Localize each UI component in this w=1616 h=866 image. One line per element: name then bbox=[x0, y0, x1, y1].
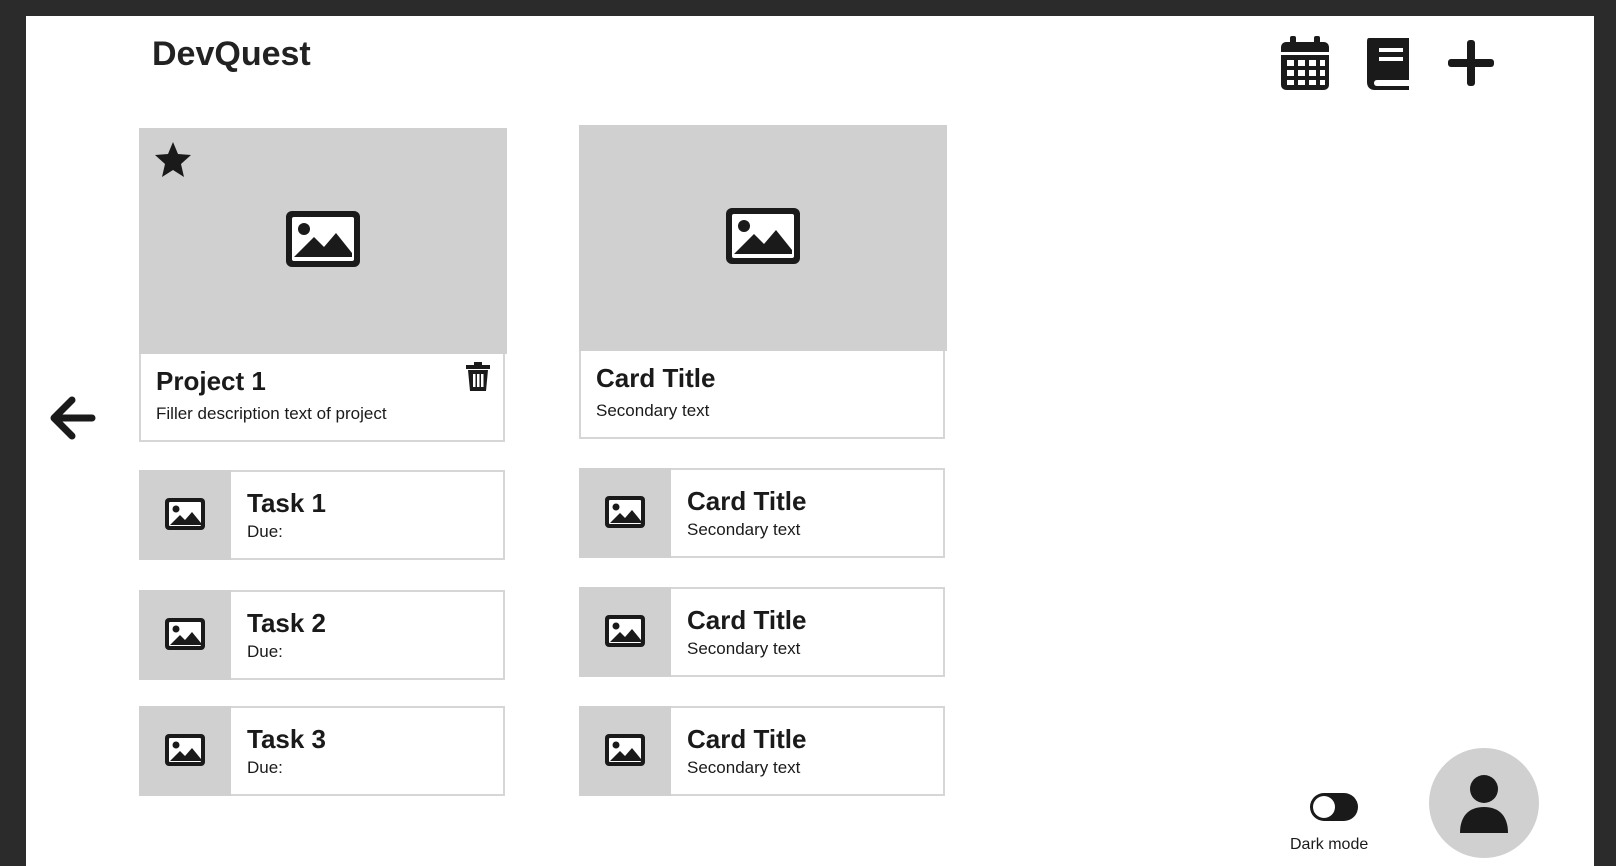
task-due: Due: bbox=[247, 642, 283, 661]
image-icon bbox=[286, 211, 360, 267]
project-card[interactable]: Project 1 Filler description text of pro… bbox=[139, 128, 507, 442]
task-thumbnail bbox=[139, 706, 231, 796]
card-thumbnail bbox=[579, 587, 671, 677]
project-image bbox=[139, 128, 507, 354]
project-title: Project 1 bbox=[156, 366, 266, 396]
card-secondary-text: Secondary text bbox=[687, 639, 801, 658]
calendar-icon[interactable] bbox=[1278, 34, 1332, 92]
trash-icon[interactable] bbox=[465, 362, 491, 392]
task-card[interactable]: Task 1 Due: bbox=[139, 470, 505, 560]
card-thumbnail bbox=[579, 706, 671, 796]
user-icon bbox=[1460, 775, 1508, 833]
task-title: Task 1 bbox=[247, 488, 327, 518]
image-icon bbox=[165, 498, 205, 530]
image-icon bbox=[605, 615, 645, 647]
card-thumbnail bbox=[579, 468, 671, 558]
dark-mode-label: Dark mode bbox=[1290, 836, 1369, 853]
image-icon bbox=[165, 618, 205, 650]
book-icon[interactable] bbox=[1361, 34, 1415, 92]
image-icon bbox=[605, 734, 645, 766]
app-title: DevQuest bbox=[152, 35, 311, 73]
project-description: Filler description text of project bbox=[156, 404, 387, 423]
task-title: Task 3 bbox=[247, 724, 327, 754]
avatar[interactable] bbox=[1429, 748, 1539, 858]
list-card[interactable]: Card Title Secondary text bbox=[579, 587, 945, 677]
task-card[interactable]: Task 2 Due: bbox=[139, 590, 505, 680]
list-card[interactable]: Card Title Secondary text bbox=[579, 468, 945, 558]
card-title: Card Title bbox=[687, 724, 807, 754]
card-secondary-text: Secondary text bbox=[596, 401, 710, 420]
image-icon bbox=[165, 734, 205, 766]
dark-mode-toggle[interactable] bbox=[1309, 792, 1359, 822]
arrow-left-icon[interactable] bbox=[46, 392, 98, 444]
card-title: Card Title bbox=[596, 363, 716, 393]
app-window: DevQuest Project 1 Filler description te… bbox=[26, 16, 1594, 866]
task-due: Due: bbox=[247, 758, 283, 777]
task-due: Due: bbox=[247, 522, 283, 541]
card-secondary-text: Secondary text bbox=[687, 520, 801, 539]
task-thumbnail bbox=[139, 590, 231, 680]
image-icon bbox=[726, 208, 800, 264]
plus-icon[interactable] bbox=[1444, 34, 1498, 92]
task-thumbnail bbox=[139, 470, 231, 560]
task-title: Task 2 bbox=[247, 608, 327, 638]
star-icon[interactable] bbox=[153, 140, 193, 180]
card-title: Card Title bbox=[687, 605, 807, 635]
card-secondary-text: Secondary text bbox=[687, 758, 801, 777]
list-card[interactable]: Card Title Secondary text bbox=[579, 706, 945, 796]
image-icon bbox=[605, 496, 645, 528]
card-image bbox=[579, 125, 947, 351]
media-card[interactable]: Card Title Secondary text bbox=[579, 125, 947, 439]
card-title: Card Title bbox=[687, 486, 807, 516]
task-card[interactable]: Task 3 Due: bbox=[139, 706, 505, 796]
